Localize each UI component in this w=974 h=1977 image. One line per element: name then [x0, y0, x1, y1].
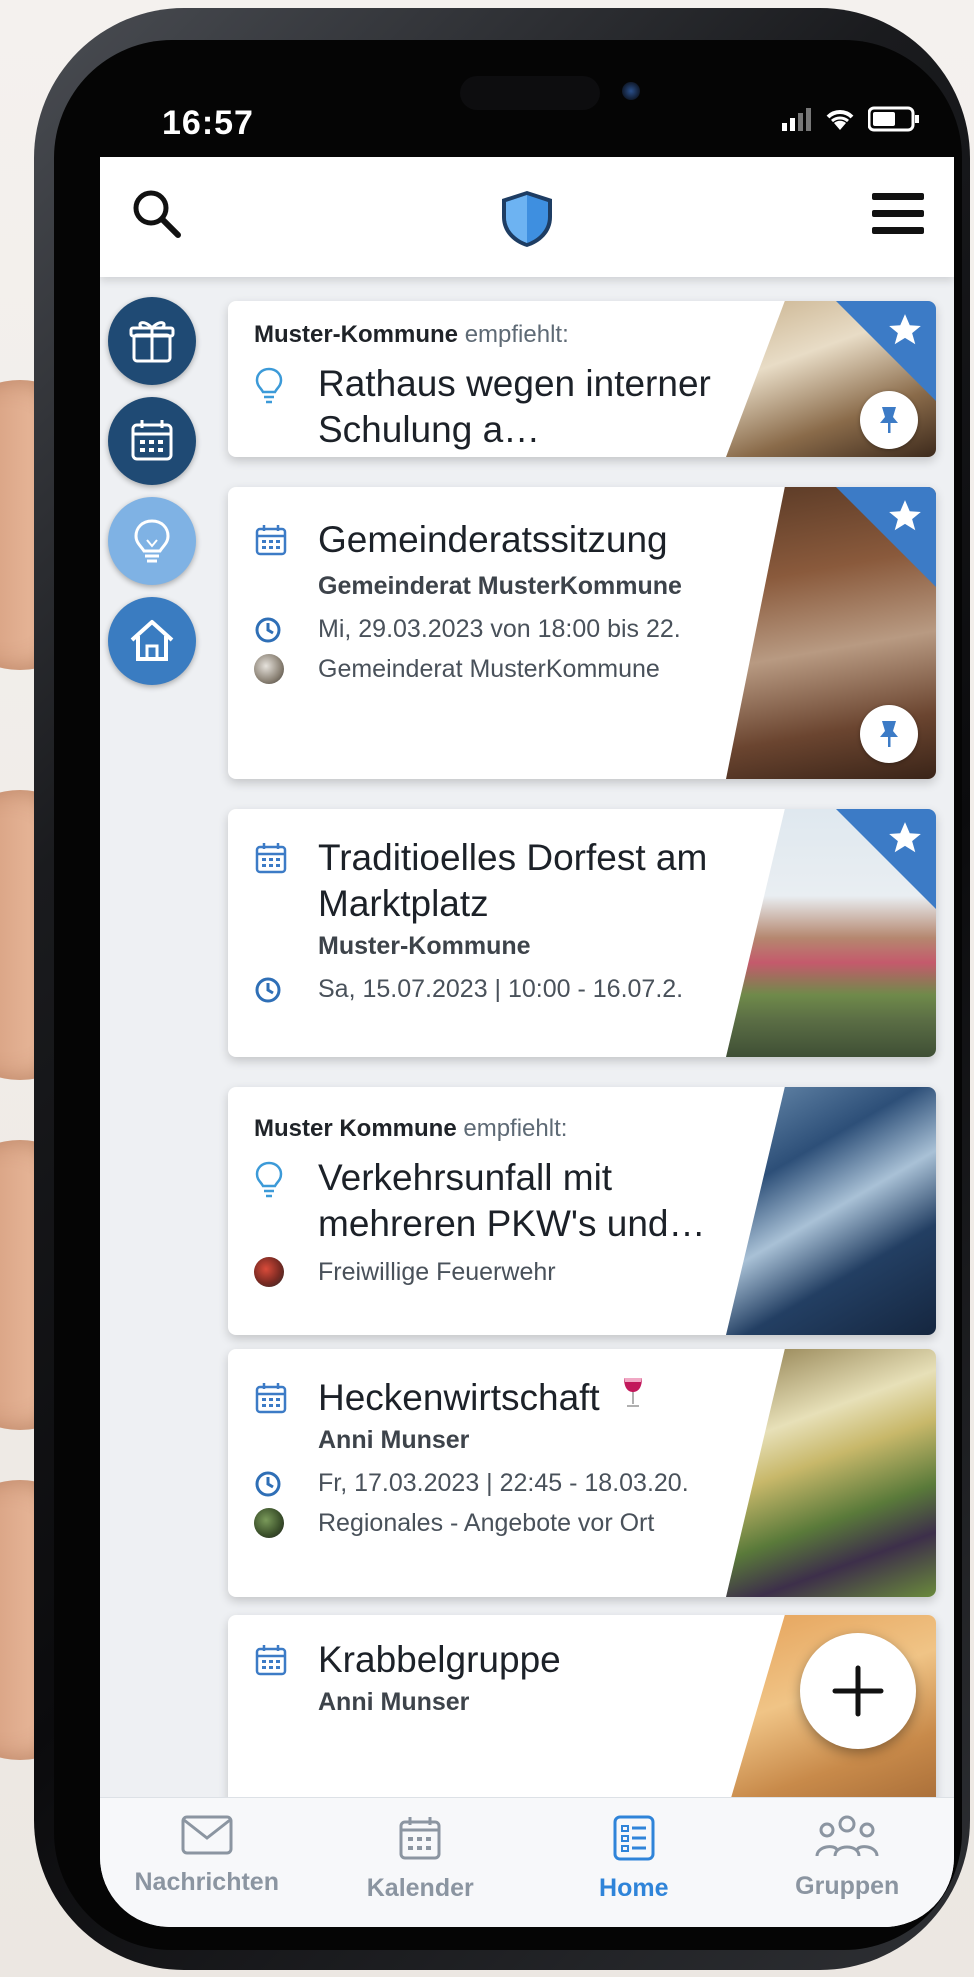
calendar-icon	[399, 1817, 441, 1860]
tab-gruppen[interactable]: Gruppen	[741, 1798, 955, 1927]
card-subtitle: Muster-Kommune	[318, 932, 531, 960]
lightbulb-icon	[134, 519, 170, 563]
add-button[interactable]	[800, 1633, 916, 1749]
list-icon	[613, 1815, 655, 1861]
recommends-label: empfiehlt:	[463, 1115, 568, 1142]
tab-label: Kalender	[366, 1874, 474, 1902]
card-title-text: Heckenwirtschaft	[318, 1377, 600, 1418]
clock-icon	[255, 1471, 281, 1496]
star-icon	[889, 500, 921, 531]
recommends-label: empfiehlt:	[464, 321, 569, 348]
hamburger-menu-icon[interactable]	[872, 191, 924, 237]
card-subtitle: Anni Munser	[318, 1426, 470, 1454]
card-title[interactable]: Heckenwirtschaft	[318, 1375, 646, 1421]
status-time: 16:57	[162, 104, 254, 142]
card-title[interactable]: Traditioelles Dorfest am Marktplatz	[318, 835, 736, 927]
plus-icon	[832, 1665, 884, 1717]
side-quick-nav	[108, 297, 204, 697]
card-title[interactable]: Rathaus wegen interner Schulung a…	[318, 361, 736, 453]
tab-home[interactable]: Home	[527, 1798, 741, 1927]
tab-label: Home	[599, 1874, 669, 1902]
tab-kalender[interactable]: Kalender	[314, 1798, 528, 1927]
card-subtitle: Anni Munser	[318, 1688, 470, 1716]
tab-label: Nachrichten	[134, 1868, 279, 1896]
card-datetime: Sa, 15.07.2023 | 10:00 - 16.07.2.	[254, 975, 736, 1004]
app-screen: Muster-Kommune empfiehlt: Rathaus wegen …	[100, 157, 954, 1927]
card-subtitle: Gemeinderat MusterKommune	[318, 572, 682, 600]
calendar-icon	[255, 1645, 287, 1676]
calendar-icon	[255, 843, 287, 874]
calendar-icon	[255, 525, 287, 556]
feed-card[interactable]: Muster-Kommune empfiehlt: Rathaus wegen …	[228, 301, 936, 457]
group-avatar	[254, 1257, 284, 1287]
feed-card[interactable]: Traditioelles Dorfest am Marktplatz Must…	[228, 809, 936, 1057]
datetime-text: Sa, 15.07.2023 | 10:00 - 16.07.2.	[318, 975, 684, 1003]
recommendation-line: Muster Kommune empfiehlt:	[254, 1115, 736, 1143]
app-header	[100, 157, 954, 277]
signal-icon	[782, 108, 811, 131]
home-icon	[130, 620, 174, 661]
shield-icon	[502, 191, 552, 247]
bottom-navigation: Nachrichten Kalender Home Gruppen	[100, 1797, 954, 1927]
pin-button[interactable]	[860, 391, 918, 449]
status-bar: 16:57	[100, 98, 960, 158]
card-title[interactable]: Gemeinderatssitzung	[318, 517, 668, 563]
recommender-name[interactable]: Muster-Kommune	[254, 321, 458, 348]
card-datetime: Mi, 29.03.2023 von 18:00 bis 22.	[254, 615, 736, 644]
card-title[interactable]: Krabbelgruppe	[318, 1637, 561, 1683]
card-group: Regionales - Angebote vor Ort	[254, 1508, 736, 1538]
card-group: Freiwillige Feuerwehr	[254, 1257, 736, 1287]
gift-icon	[129, 321, 175, 363]
side-button-ideas[interactable]	[108, 497, 196, 585]
calendar-icon	[131, 420, 173, 461]
battery-icon	[868, 106, 919, 132]
clock-icon	[255, 617, 281, 642]
clock-icon	[255, 977, 281, 1002]
recommender-name[interactable]: Muster Kommune	[254, 1115, 457, 1142]
status-icons	[782, 106, 920, 132]
star-icon	[889, 314, 921, 345]
group-avatar	[254, 1508, 284, 1538]
side-button-gift[interactable]	[108, 297, 196, 385]
card-title[interactable]: Verkehrsunfall mit mehreren PKW's und…	[318, 1155, 736, 1247]
lightbulb-icon	[255, 1161, 283, 1198]
side-button-home[interactable]	[108, 597, 196, 685]
pin-icon	[880, 721, 898, 747]
card-datetime: Fr, 17.03.2023 | 22:45 - 18.03.20.	[254, 1469, 736, 1498]
envelope-icon	[181, 1815, 233, 1855]
group-name[interactable]: Regionales - Angebote vor Ort	[318, 1509, 654, 1538]
star-icon	[889, 822, 921, 853]
pin-button[interactable]	[860, 705, 918, 763]
lightbulb-icon	[255, 367, 283, 404]
wifi-icon	[826, 110, 854, 130]
feed-card[interactable]: Gemeinderatssitzung Gemeinderat MusterKo…	[228, 487, 936, 779]
wine-glass-icon	[624, 1378, 642, 1407]
tab-label: Gruppen	[795, 1872, 900, 1900]
datetime-text: Fr, 17.03.2023 | 22:45 - 18.03.20.	[318, 1469, 689, 1497]
datetime-text: Mi, 29.03.2023 von 18:00 bis 22.	[318, 615, 681, 643]
pin-icon	[880, 407, 898, 433]
home-feed: Muster-Kommune empfiehlt: Rathaus wegen …	[228, 301, 936, 1845]
search-icon[interactable]	[130, 187, 182, 239]
group-name[interactable]: Freiwillige Feuerwehr	[318, 1258, 556, 1287]
tab-nachrichten[interactable]: Nachrichten	[100, 1798, 314, 1927]
people-icon	[815, 1815, 879, 1857]
feed-card[interactable]: Muster Kommune empfiehlt: Verkehrsunfall…	[228, 1087, 936, 1335]
card-group: Gemeinderat MusterKommune	[254, 654, 736, 684]
calendar-icon	[255, 1383, 287, 1414]
mockup-stage: 16:57 Muster-Kommune empfiehlt: Rathaus …	[0, 0, 974, 1977]
group-avatar	[254, 654, 284, 684]
feed-card[interactable]: Heckenwirtschaft Anni Munser Fr, 17.03.2…	[228, 1349, 936, 1597]
recommendation-line: Muster-Kommune empfiehlt:	[254, 321, 736, 349]
group-name[interactable]: Gemeinderat MusterKommune	[318, 655, 660, 684]
side-button-calendar[interactable]	[108, 397, 196, 485]
